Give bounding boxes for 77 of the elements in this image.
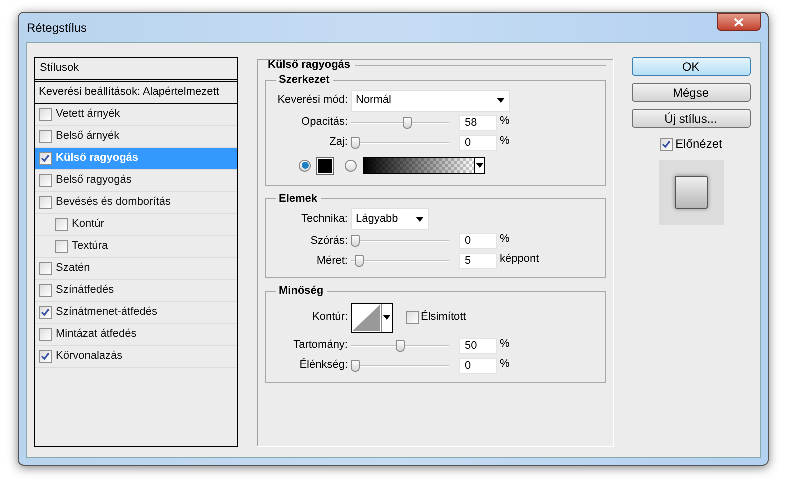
group-title: Minőség [278,284,325,299]
style-list-item[interactable]: Kontúr [35,214,237,236]
number-field[interactable]: 5 [459,253,497,269]
field-label: Méret: [316,254,349,269]
unit-label: % [500,356,510,372]
style-list-item[interactable]: Mintázat átfedés [35,324,237,346]
radio-button[interactable] [299,160,311,172]
blending-options-item[interactable]: Keverési beállítások: Alapértelmezett [35,82,237,104]
style-list-item[interactable]: Színátfedés [35,280,237,302]
checkbox[interactable] [39,328,52,341]
unit-label: % [500,134,510,148]
dialog-button[interactable]: Mégse [632,83,750,102]
group-title: Szerkezet [278,73,331,88]
dialog-button[interactable]: Új stílus... [632,109,750,128]
dropdown[interactable]: Normál [351,90,510,112]
style-list-item[interactable]: Belső ragyogás [35,170,237,192]
field-label: Tartomány: [292,338,349,354]
checkbox-label: Előnézet [676,136,722,153]
style-list-item[interactable]: Színátmenet-átfedés [35,302,237,324]
field-label: Élénkség: [298,358,349,374]
close-button[interactable] [717,13,761,31]
list-header: Stílusok [35,58,237,82]
style-list-item[interactable]: Körvonalazás [35,346,237,368]
number-field[interactable]: 50 [459,338,497,354]
field-label: Technika: [300,212,349,227]
number-field[interactable]: 0 [459,358,497,374]
gradient-picker[interactable] [363,157,485,174]
caret-icon [416,216,424,222]
style-list-item[interactable]: Vetett árnyék [35,104,237,126]
checkbox[interactable] [39,130,52,143]
color-swatch[interactable] [317,158,333,174]
window-title: Rétegstílus [27,20,88,36]
checkbox[interactable] [660,138,673,150]
caret-icon [383,315,391,320]
caret-icon [476,163,484,168]
checkbox[interactable] [55,218,68,231]
slider-thumb[interactable] [354,255,364,267]
checkbox-label: Élsimított [421,310,466,326]
unit-label: % [500,336,510,352]
checkbox[interactable] [39,196,52,209]
number-field[interactable]: 58 [459,114,497,130]
contour-picker[interactable] [351,302,393,332]
checkbox[interactable] [39,174,52,187]
checkbox[interactable] [39,306,52,319]
close-icon [734,18,744,26]
slider-thumb[interactable] [351,360,360,372]
style-list-item[interactable]: Textúra [35,236,237,258]
slider-thumb[interactable] [351,235,360,247]
unit-label: % [500,114,510,128]
slider-thumb[interactable] [402,116,412,128]
checkbox[interactable] [406,311,419,324]
caret-icon [497,98,505,103]
dialog-button[interactable]: OK [632,57,750,76]
style-list-item[interactable]: Szatén [35,258,237,280]
dropdown[interactable]: Lágyabb [351,208,429,230]
field-label: Opacitás: [300,115,349,130]
field-label: Keverési mód: [276,93,349,108]
checkbox[interactable] [39,152,52,165]
style-list-item[interactable]: Bevésés és domborítás [35,192,237,214]
checkbox[interactable] [55,240,68,253]
number-field[interactable]: 0 [459,233,497,249]
checkbox[interactable] [39,284,52,297]
checkbox[interactable] [39,108,52,121]
slider-thumb[interactable] [396,340,404,352]
field-label: Zaj: [328,135,349,150]
panel-title: Külső ragyogás [267,58,351,73]
unit-label: % [500,232,510,247]
style-preview [658,160,724,225]
unit-label: képpont [500,252,540,267]
checkbox[interactable] [39,350,52,363]
field-label: Kontúr: [312,310,349,326]
number-field[interactable]: 0 [459,134,497,150]
radio-button[interactable] [345,160,357,172]
slider-thumb[interactable] [351,136,360,148]
checkbox[interactable] [39,262,52,275]
field-label: Szórás: [310,234,349,249]
group-title: Elemek [278,192,319,206]
